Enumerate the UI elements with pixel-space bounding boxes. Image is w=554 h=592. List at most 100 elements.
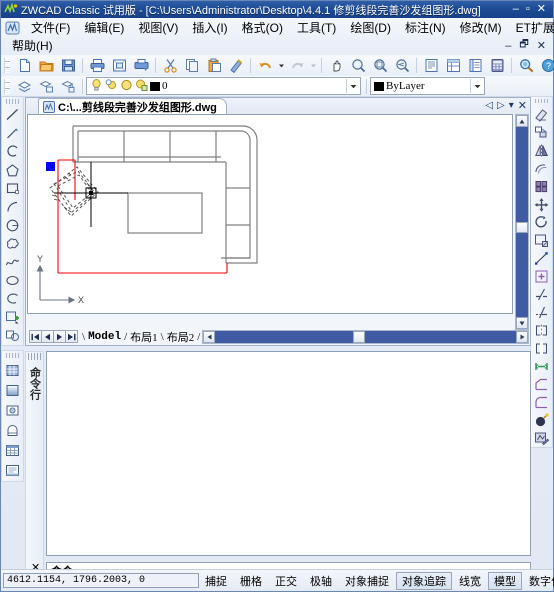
- join-icon[interactable]: [531, 357, 552, 375]
- extend-icon[interactable]: [531, 303, 552, 321]
- cut-icon[interactable]: [159, 55, 181, 76]
- redo-icon[interactable]: [286, 55, 308, 76]
- print-preview-icon[interactable]: [108, 55, 130, 76]
- print-icon[interactable]: [86, 55, 108, 76]
- menu-insert[interactable]: 插入(I): [185, 17, 234, 38]
- menu-view[interactable]: 视图(V): [131, 17, 185, 38]
- hscroll-left-button[interactable]: [203, 330, 216, 343]
- status-model[interactable]: 模型: [488, 571, 522, 590]
- vscroll-up-button[interactable]: [516, 115, 528, 127]
- polyline-icon[interactable]: [2, 142, 23, 160]
- toolbar-grip[interactable]: [6, 353, 19, 358]
- layer-combo-arrow[interactable]: [346, 79, 360, 93]
- region-icon[interactable]: [2, 400, 23, 420]
- hscroll-right-button[interactable]: [516, 330, 528, 343]
- arc-icon[interactable]: [2, 198, 23, 216]
- zoom-extents-icon[interactable]: [515, 55, 537, 76]
- document-tab[interactable]: C:\...剪线段完善沙发组图形.dwg: [38, 98, 227, 114]
- plot-layer-icon[interactable]: [135, 78, 148, 95]
- layout-tab-1[interactable]: 布局1: [127, 329, 161, 345]
- vscroll-thumb[interactable]: [516, 222, 528, 233]
- status-lineweight[interactable]: 线宽: [453, 572, 487, 590]
- erase-icon[interactable]: [531, 105, 552, 123]
- status-polar[interactable]: 极轴: [304, 572, 338, 590]
- redo-dropdown-icon[interactable]: [308, 55, 318, 76]
- plot-icon[interactable]: [130, 55, 152, 76]
- command-window-dock-handle[interactable]: 命令行 ✕: [25, 351, 44, 579]
- command-drag-dots[interactable]: [27, 353, 42, 360]
- multiline-text-icon[interactable]: [2, 460, 23, 480]
- menu-dimension[interactable]: 标注(N): [398, 17, 453, 38]
- open-file-icon[interactable]: [35, 55, 57, 76]
- help-icon[interactable]: ?: [537, 55, 554, 76]
- trim-icon[interactable]: [531, 285, 552, 303]
- construction-line-icon[interactable]: [2, 124, 23, 142]
- hscroll-thumb[interactable]: [353, 330, 366, 343]
- doc-close-button[interactable]: ✕: [537, 39, 546, 52]
- match-properties-icon[interactable]: [225, 55, 247, 76]
- new-file-icon[interactable]: [13, 55, 35, 76]
- layer-manager-icon[interactable]: [13, 76, 35, 97]
- layer-state-icon[interactable]: [57, 76, 79, 97]
- line-icon[interactable]: [2, 106, 23, 124]
- break-at-point-icon[interactable]: [531, 321, 552, 339]
- calculator-icon[interactable]: [486, 55, 508, 76]
- doc-minimize-button[interactable]: –: [505, 40, 511, 52]
- save-file-icon[interactable]: [57, 55, 79, 76]
- chamfer-icon[interactable]: [531, 375, 552, 393]
- toolbar-grip[interactable]: [535, 99, 548, 104]
- command-history[interactable]: [46, 351, 531, 556]
- menu-modify[interactable]: 修改(M): [453, 17, 509, 38]
- layer-combo[interactable]: 0: [86, 77, 361, 95]
- hatch-icon[interactable]: [2, 360, 23, 380]
- layer-previous-icon[interactable]: [35, 76, 57, 97]
- rectangle-icon[interactable]: [2, 179, 23, 197]
- zoom-previous-icon[interactable]: [391, 55, 413, 76]
- array-icon[interactable]: [531, 177, 552, 195]
- undo-dropdown-icon[interactable]: [276, 55, 286, 76]
- pan-icon[interactable]: [325, 55, 347, 76]
- mirror-icon[interactable]: [531, 141, 552, 159]
- spline-icon[interactable]: [2, 253, 23, 271]
- drawing-canvas[interactable]: Y X: [27, 114, 513, 314]
- color-combo[interactable]: ByLayer: [370, 77, 485, 95]
- explode-icon[interactable]: [531, 411, 552, 429]
- move-icon[interactable]: [531, 195, 552, 213]
- mask-icon[interactable]: [2, 420, 23, 440]
- layout-last-button[interactable]: [65, 330, 78, 343]
- tool-palettes-icon[interactable]: [464, 55, 486, 76]
- zoom-realtime-icon[interactable]: [347, 55, 369, 76]
- lengthen-icon[interactable]: [531, 267, 552, 285]
- ellipse-arc-icon[interactable]: [2, 290, 23, 308]
- status-otrack[interactable]: 对象追踪: [396, 571, 452, 590]
- doc-prev-icon[interactable]: ◁: [485, 100, 493, 111]
- close-button[interactable]: ✕: [537, 4, 546, 15]
- menu-draw[interactable]: 绘图(D): [343, 17, 398, 38]
- toolbar-grip[interactable]: [6, 99, 19, 104]
- design-center-icon[interactable]: [442, 55, 464, 76]
- maximize-button[interactable]: ▫: [526, 4, 530, 15]
- fillet-icon[interactable]: [531, 393, 552, 411]
- ellipse-icon[interactable]: [2, 271, 23, 289]
- revision-cloud-icon[interactable]: [2, 235, 23, 253]
- status-grid[interactable]: 栅格: [234, 572, 268, 590]
- hscroll-trough[interactable]: [215, 330, 516, 343]
- lock-open-icon[interactable]: [120, 78, 133, 95]
- undo-icon[interactable]: [254, 55, 276, 76]
- insert-block-icon[interactable]: [2, 308, 23, 326]
- menu-tools[interactable]: 工具(T): [290, 17, 343, 38]
- minimize-button[interactable]: –: [513, 4, 519, 15]
- menu-help[interactable]: 帮助(H): [5, 35, 60, 56]
- offset-icon[interactable]: [531, 159, 552, 177]
- scale-icon[interactable]: [531, 231, 552, 249]
- toolbar-grip[interactable]: [4, 78, 10, 94]
- menu-format[interactable]: 格式(O): [235, 17, 290, 38]
- status-tablet[interactable]: 数字化仪: [523, 572, 554, 590]
- app-menu-icon[interactable]: [5, 21, 20, 35]
- make-block-icon[interactable]: [2, 327, 23, 345]
- toolbar-grip[interactable]: [4, 58, 10, 73]
- freeze-sun-icon[interactable]: [105, 78, 118, 95]
- zoom-window-icon[interactable]: [369, 55, 391, 76]
- coordinate-display[interactable]: 4612.1154, 1796.2003, 0: [3, 573, 199, 588]
- color-combo-arrow[interactable]: [470, 79, 484, 93]
